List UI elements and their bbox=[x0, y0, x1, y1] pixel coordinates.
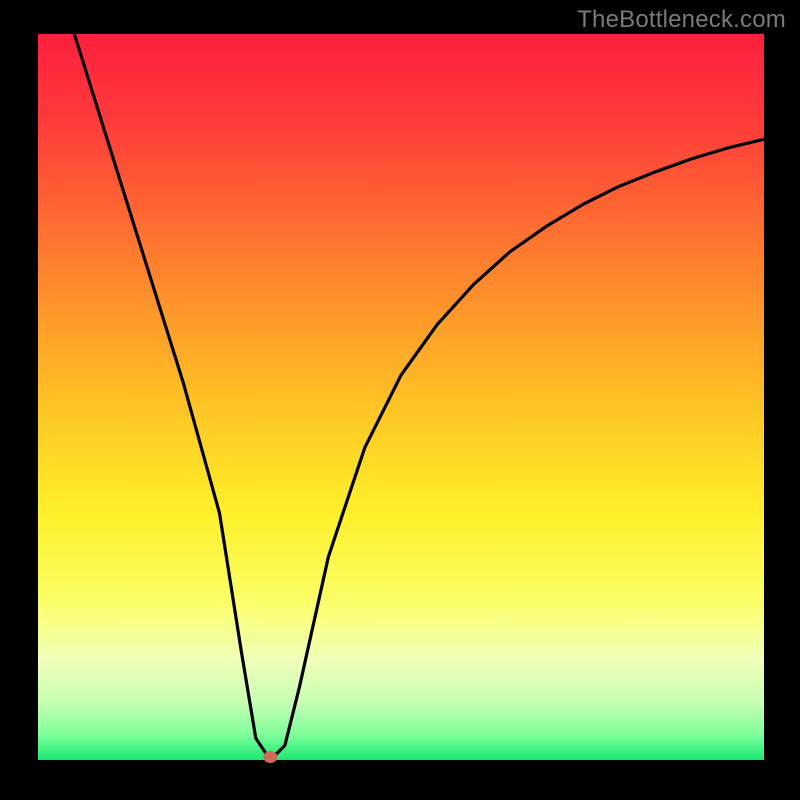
plot-background bbox=[38, 34, 764, 760]
watermark-text: TheBottleneck.com bbox=[577, 6, 786, 34]
min-marker bbox=[263, 751, 277, 763]
chart-container: TheBottleneck.com bbox=[0, 0, 800, 800]
bottleneck-chart bbox=[0, 0, 800, 800]
